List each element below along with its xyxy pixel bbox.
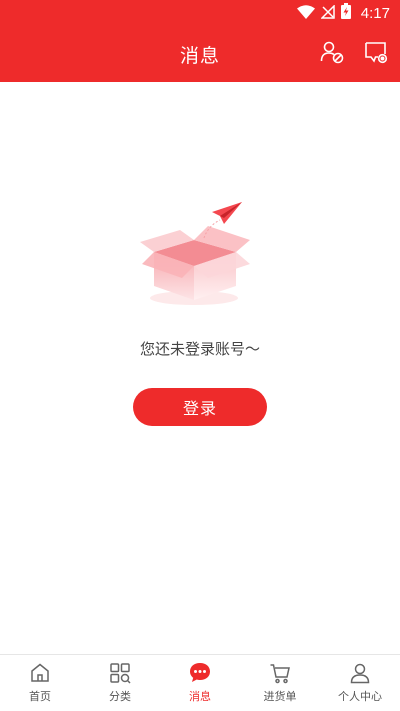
tab-category[interactable]: 分类 xyxy=(80,655,160,711)
app-header: 消息 xyxy=(0,26,400,82)
user-settings-button[interactable] xyxy=(318,40,346,68)
empty-state-message: 您还未登录账号～ xyxy=(139,340,260,358)
tab-profile[interactable]: 个人中心 xyxy=(320,655,400,711)
tab-messages[interactable]: 消息 xyxy=(160,655,240,711)
tab-home[interactable]: 首页 xyxy=(0,655,80,711)
cart-icon xyxy=(268,661,292,685)
tab-label: 首页 xyxy=(29,690,51,703)
no-signal-icon xyxy=(319,3,335,23)
home-icon xyxy=(28,661,52,685)
tab-label: 消息 xyxy=(189,690,211,703)
wifi-icon xyxy=(296,4,315,23)
status-bar: 4:17 xyxy=(0,0,400,26)
message-settings-button[interactable] xyxy=(362,40,390,68)
login-button[interactable]: 登录 xyxy=(133,388,267,426)
user-settings-icon xyxy=(319,39,345,69)
chat-bubble-icon xyxy=(188,661,212,685)
empty-box-illustration xyxy=(132,198,268,310)
tab-label: 进货单 xyxy=(263,690,297,703)
message-settings-icon xyxy=(363,39,389,69)
tab-cart[interactable]: 进货单 xyxy=(240,655,320,711)
person-icon xyxy=(348,661,372,685)
battery-charging-icon xyxy=(340,3,351,23)
bottom-tab-bar: 首页 分类 消息 进货单 个人中心 xyxy=(0,654,400,711)
tab-label: 个人中心 xyxy=(338,690,382,703)
category-grid-icon xyxy=(108,661,132,685)
status-icons: 4:17 xyxy=(296,3,390,23)
tab-label: 分类 xyxy=(109,690,131,703)
status-time: 4:17 xyxy=(360,4,390,22)
